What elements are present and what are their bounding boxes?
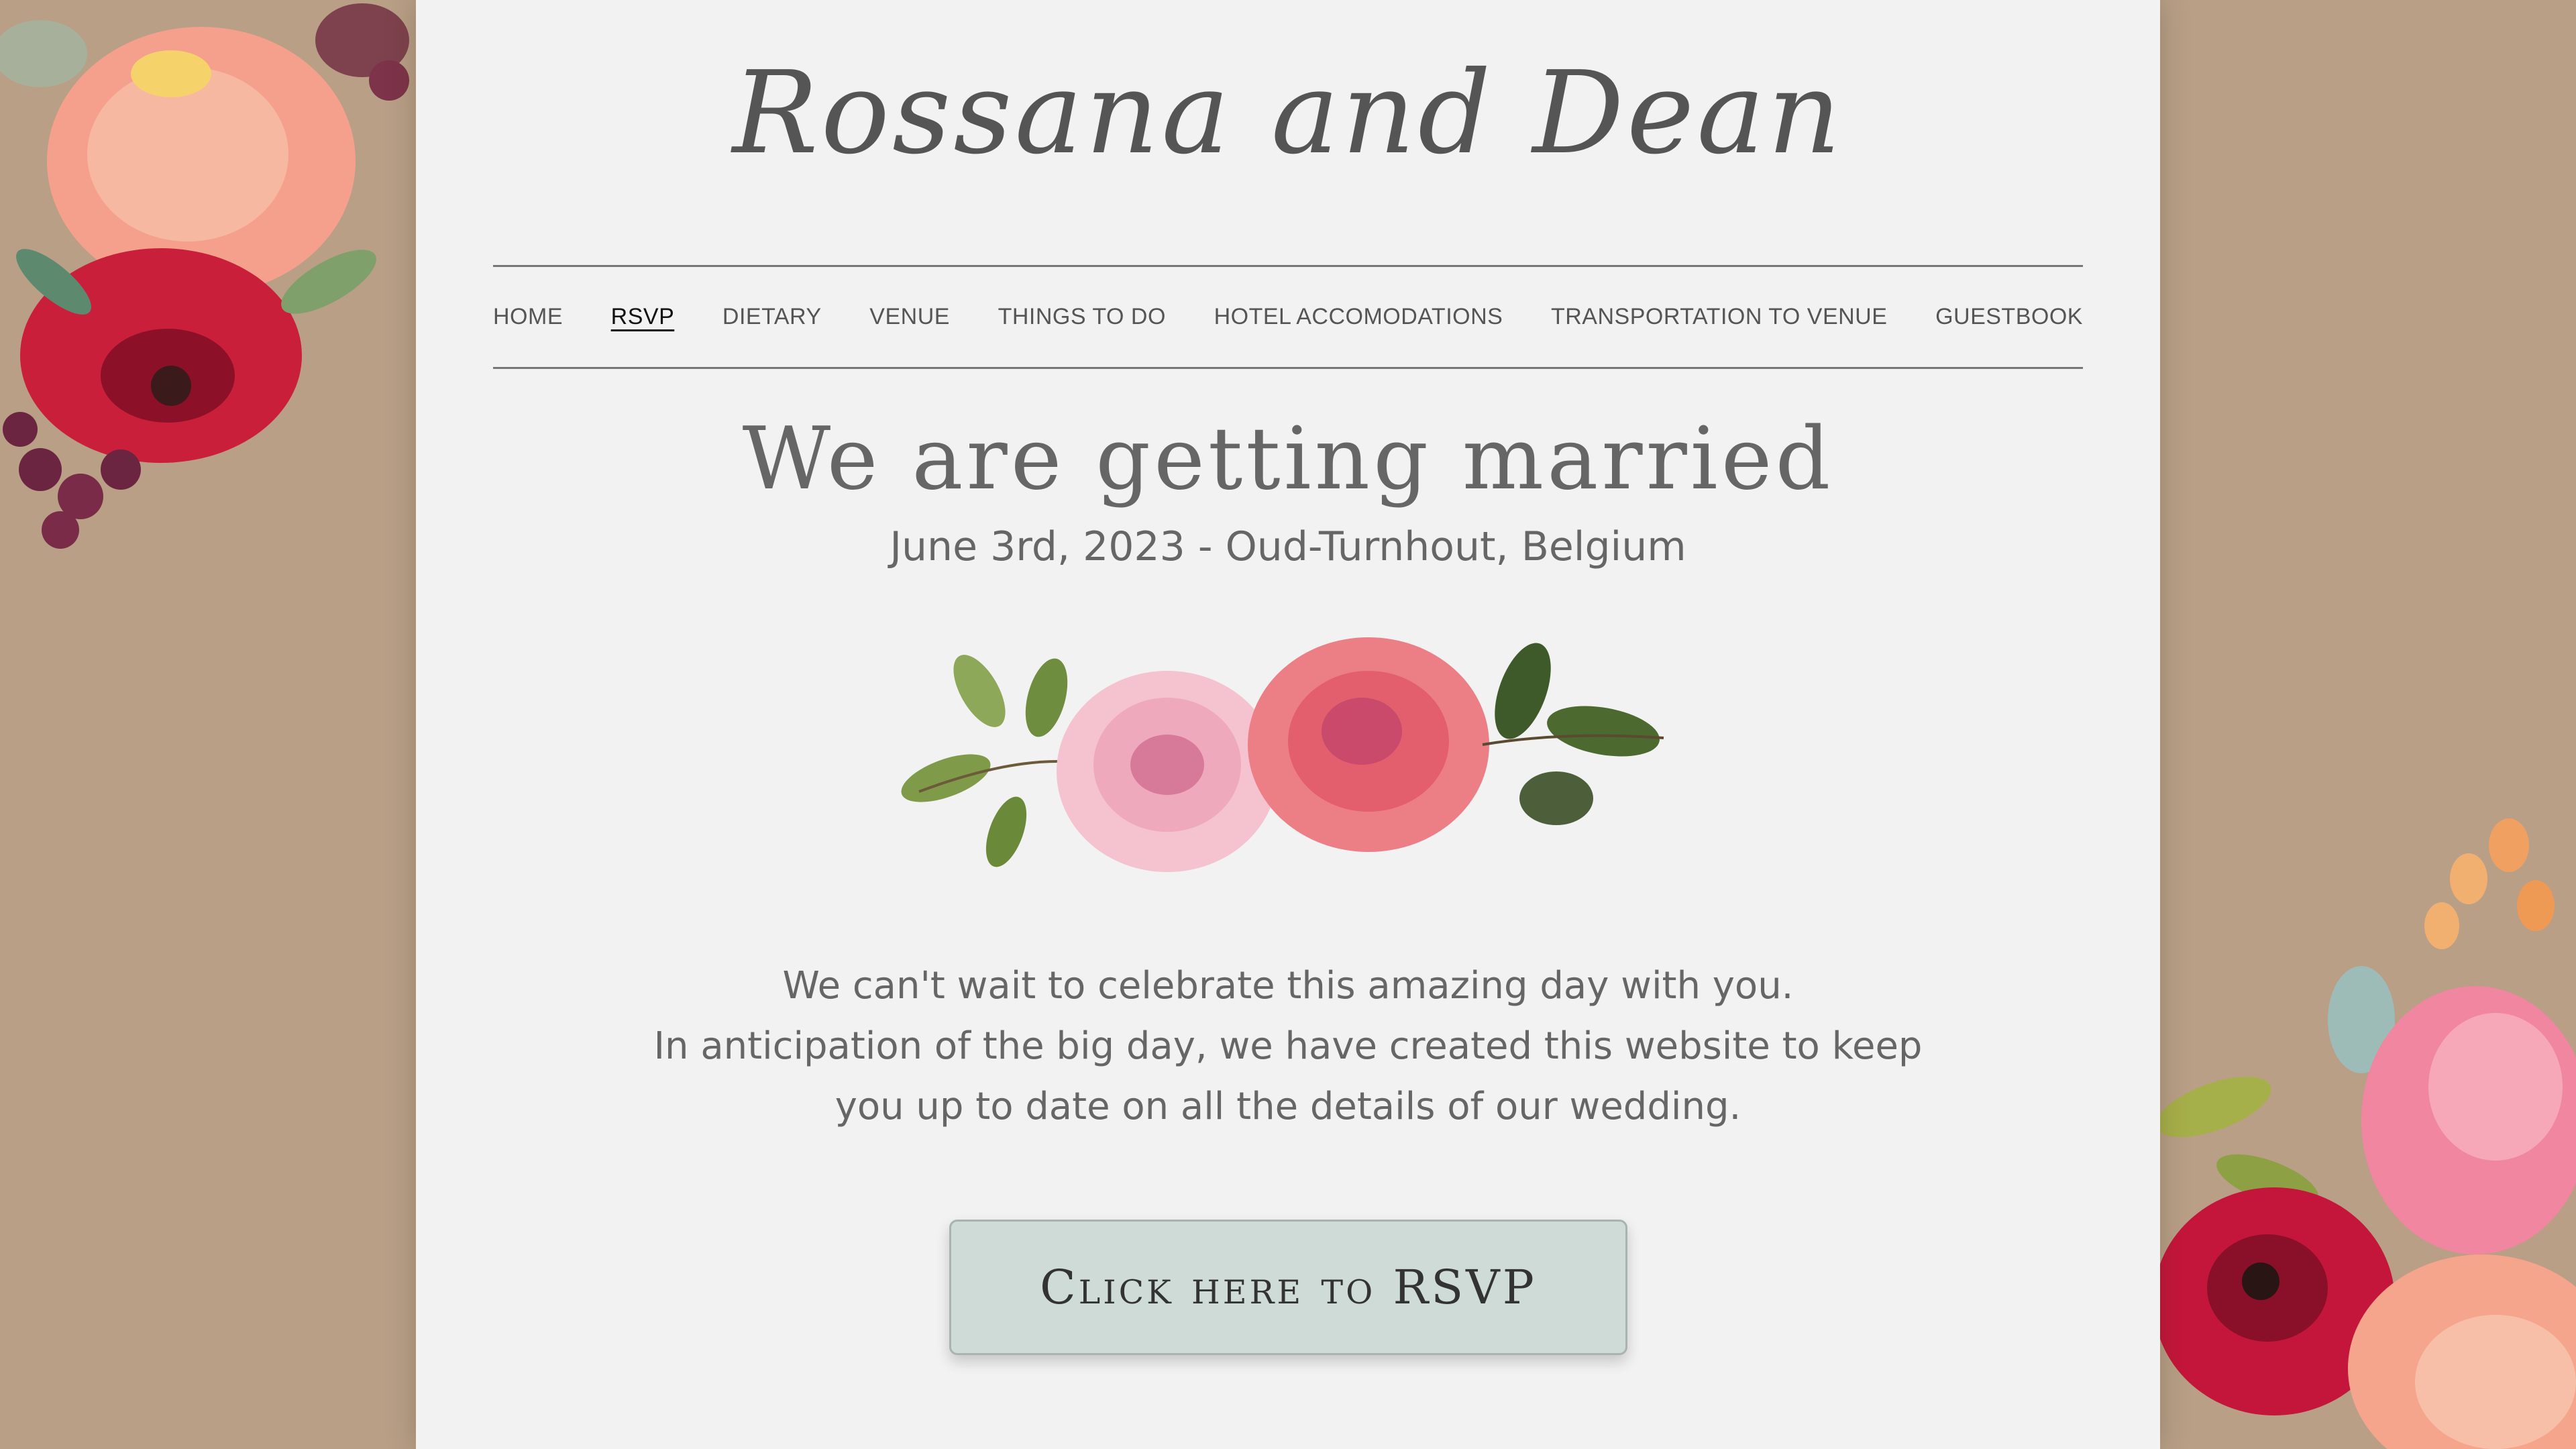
content-panel: Rossana and Dean HOME RSVP DIETARY VENUE… [416,0,2160,1449]
site-logo[interactable]: Rossana and Dean [416,47,2160,180]
nav-item-things-to-do[interactable]: THINGS TO DO [998,304,1166,330]
nav-item-rsvp[interactable]: RSVP [611,304,675,330]
nav-item-home[interactable]: HOME [493,304,563,330]
roses-divider-icon [901,637,1664,872]
wedding-date-location: June 3rd, 2023 - Oud-Turnhout, Belgium [890,523,1686,570]
intro-line: you up to date on all the details of our… [835,1085,1741,1128]
nav-item-hotel-accomodations[interactable]: HOTEL ACCOMODATIONS [1214,304,1503,330]
intro-line: We can't wait to celebrate this amazing … [782,964,1794,1008]
nav-divider-bottom [493,367,2083,369]
intro-line: In anticipation of the big day, we have … [653,1024,1923,1068]
main-nav: HOME RSVP DIETARY VENUE THINGS TO DO HOT… [493,267,2083,367]
nav-item-dietary[interactable]: DIETARY [722,304,822,330]
corner-flowers-top-left-icon [0,3,409,549]
nav-item-guestbook[interactable]: GUESTBOOK [1935,304,2083,330]
page-title: We are getting married [742,409,1834,509]
rsvp-button[interactable]: Click here to RSVP [949,1220,1627,1355]
nav-item-venue[interactable]: VENUE [869,304,950,330]
page: Rossana and Dean HOME RSVP DIETARY VENUE… [0,0,2576,1449]
intro-text: We can't wait to celebrate this amazing … [416,956,2160,1137]
corner-flowers-bottom-right-icon [2160,818,2576,1449]
nav-item-transportation[interactable]: TRANSPORTATION TO VENUE [1551,304,1887,330]
